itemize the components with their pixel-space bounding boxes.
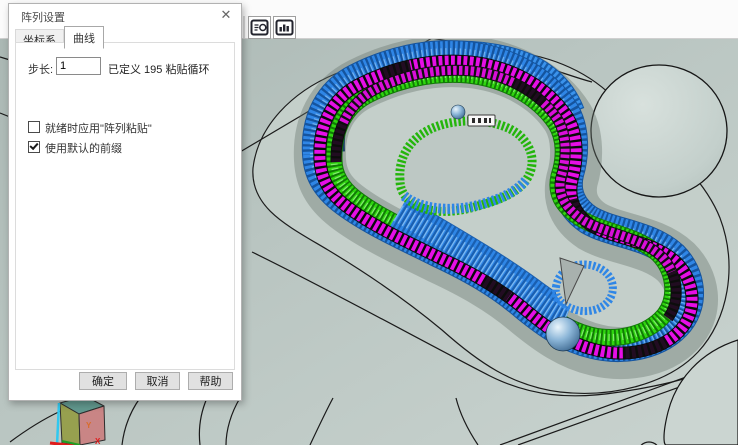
curve-tab-page: 步长: 已定义 195 粘贴循环 就绪时应用"阵列粘贴" 使用默认的前缀 (15, 42, 235, 370)
use-default-prefix-label: 使用默认的前缀 (45, 140, 122, 156)
x-axis-label: X (95, 437, 101, 445)
step-label: 步长: (28, 61, 53, 77)
start-point-sphere[interactable] (546, 317, 580, 351)
toolbar-separator (243, 16, 245, 38)
use-default-prefix-checkbox[interactable] (28, 141, 40, 153)
help-button[interactable]: 帮助 (188, 372, 233, 390)
ok-button[interactable]: 确定 (79, 372, 127, 390)
close-icon[interactable]: ✕ (218, 7, 234, 23)
marker-sphere[interactable] (451, 105, 465, 119)
dialog-tabs: 坐标系曲线 (15, 26, 104, 43)
surface-dome-hole (591, 65, 727, 197)
step-row: 步长: 已定义 195 粘贴循环 (16, 57, 234, 77)
cancel-button[interactable]: 取消 (135, 372, 180, 390)
coordinate-tag (468, 115, 495, 126)
defined-loops-info: 已定义 195 粘贴循环 (108, 61, 209, 77)
tab-curve[interactable]: 曲线 (64, 26, 104, 49)
histogram-icon[interactable] (273, 16, 296, 39)
array-settings-dialog: 阵列设置 ✕ 坐标系曲线 步长: 已定义 195 粘贴循环 就绪时应用"阵列粘贴… (8, 3, 242, 401)
record-query-icon[interactable] (248, 16, 271, 39)
y-axis-label: Y (86, 421, 92, 430)
apply-array-paste-label: 就绪时应用"阵列粘贴" (45, 120, 152, 136)
app-window: Y X 阵列设置 ✕ 坐标系曲线 (0, 0, 738, 445)
dialog-title: 阵列设置 (21, 9, 65, 25)
step-input[interactable] (56, 57, 101, 75)
dialog-button-row: 确定 取消 帮助 (9, 372, 241, 392)
dialog-titlebar[interactable]: 阵列设置 ✕ (9, 4, 241, 26)
apply-array-paste-checkbox[interactable] (28, 121, 40, 133)
